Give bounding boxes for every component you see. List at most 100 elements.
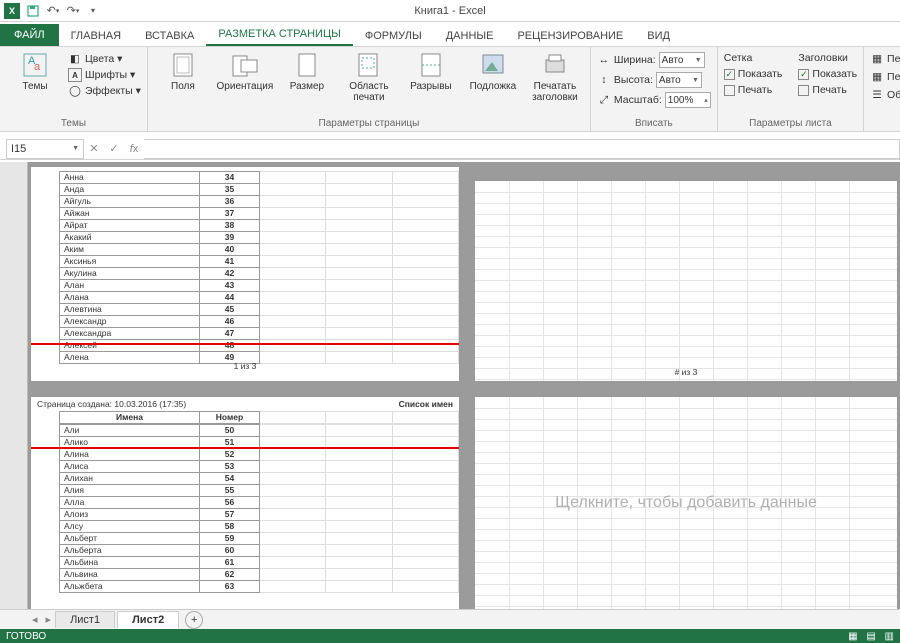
table-row[interactable]: Анда35 (60, 184, 459, 196)
table-row[interactable]: Александра47 (60, 328, 459, 340)
page-footer: 1 из 3 (31, 361, 459, 371)
add-sheet-button[interactable]: + (185, 611, 203, 629)
send-backward-button[interactable]: ▦Переместить назад ▾ (870, 69, 900, 85)
sheet-nav-next-icon[interactable]: ▸ (42, 613, 56, 626)
page-footer: # из 3 (475, 367, 897, 377)
enter-formula-icon[interactable]: ✓ (104, 142, 124, 155)
table-row[interactable]: Алико51 (60, 436, 459, 448)
height-row: ↕Высота: Авто▼ (597, 71, 702, 89)
table-row[interactable]: Альбина61 (60, 556, 459, 568)
sheet-tab-active[interactable]: Лист2 (117, 611, 179, 629)
undo-icon[interactable]: ↶▾ (46, 4, 60, 18)
tab-formulas[interactable]: ФОРМУЛЫ (353, 26, 434, 46)
tab-review[interactable]: РЕЦЕНЗИРОВАНИЕ (505, 26, 635, 46)
themes-label: Темы (22, 81, 47, 92)
orientation-button[interactable]: Ориентация (216, 51, 274, 92)
theme-effects[interactable]: ◯Эффекты ▾ (68, 83, 141, 99)
table-row[interactable]: Алла56 (60, 496, 459, 508)
fx-icon[interactable]: fx (124, 143, 144, 155)
sheet-nav-prev-icon[interactable]: ◂ (28, 613, 42, 626)
table-row[interactable]: Алана44 (60, 292, 459, 304)
table-row[interactable]: Алия55 (60, 484, 459, 496)
excel-icon: X (4, 3, 20, 19)
print-titles-button[interactable]: Печатать заголовки (526, 51, 584, 103)
scale-group-label: Вписать (597, 116, 711, 131)
tab-insert[interactable]: ВСТАВКА (133, 26, 206, 46)
breaks-button[interactable]: Разрывы (402, 51, 460, 92)
redo-icon[interactable]: ↷▾ (66, 4, 80, 18)
page-placeholder[interactable]: Щелкните, чтобы добавить данные (474, 396, 898, 612)
checkbox-off-icon (724, 85, 735, 96)
normal-view-icon[interactable]: ▦ (848, 631, 857, 642)
table-row[interactable]: Али50 (60, 424, 459, 436)
tab-data[interactable]: ДАННЫЕ (434, 26, 506, 46)
tab-home[interactable]: ГЛАВНАЯ (59, 26, 133, 46)
table-row[interactable]: Алсу58 (60, 520, 459, 532)
add-data-placeholder[interactable]: Щелкните, чтобы добавить данные (475, 494, 897, 512)
table-row[interactable]: Алина52 (60, 448, 459, 460)
headings-print-check[interactable]: Печать (798, 83, 857, 97)
selection-pane-button[interactable]: ☰Область выделения (870, 87, 900, 103)
table-row[interactable]: Алихан54 (60, 472, 459, 484)
page-1[interactable]: A B C D E Анна34Анда35Айгуль36Айжан37Айр… (30, 166, 460, 382)
table-row[interactable]: Айгуль36 (60, 196, 459, 208)
table-row[interactable]: Анна34 (60, 172, 459, 184)
page-break-view-icon[interactable]: ▥ (885, 631, 894, 642)
cancel-formula-icon[interactable]: ✕ (84, 142, 104, 155)
themes-button[interactable]: Aa Темы (6, 51, 64, 92)
theme-colors[interactable]: ◧Цвета ▾ (68, 51, 141, 67)
themes-icon: Aa (20, 51, 50, 79)
table-row[interactable]: Айжан37 (60, 208, 459, 220)
tab-page-layout[interactable]: РАЗМЕТКА СТРАНИЦЫ (206, 24, 352, 46)
scale-combo[interactable]: 100%▴ (665, 92, 711, 108)
table-row[interactable]: Алан43 (60, 280, 459, 292)
group-scale: ↔Ширина: Авто▼ ↕Высота: Авто▼ ⤢Масштаб: … (591, 47, 718, 131)
table-row[interactable]: Альжбета63 (60, 580, 459, 592)
save-icon[interactable] (26, 4, 40, 18)
table-row[interactable]: Александр46 (60, 316, 459, 328)
page-2[interactable]: Страница создана: 10.03.2016 (17:35) Спи… (30, 396, 460, 612)
table-row[interactable]: Альвина62 (60, 568, 459, 580)
margins-button[interactable]: Поля (154, 51, 212, 92)
page-layout-view-icon[interactable]: ▤ (866, 631, 875, 642)
table-row[interactable]: Алевтина45 (60, 304, 459, 316)
qat-customize-icon[interactable]: ▾ (86, 4, 100, 18)
formula-input[interactable] (144, 139, 900, 159)
quick-access-toolbar: X ↶▾ ↷▾ ▾ (0, 3, 100, 19)
theme-fonts[interactable]: AШрифты ▾ (68, 67, 141, 83)
table-row[interactable]: Алиса53 (60, 460, 459, 472)
name-box[interactable]: I15▼ (6, 139, 84, 159)
print-area-button[interactable]: Область печати (340, 51, 398, 103)
table-row[interactable]: Алоиз57 (60, 508, 459, 520)
background-icon (478, 51, 508, 79)
status-ready: ГОТОВО (6, 631, 46, 642)
sheet-tab[interactable]: Лист1 (55, 611, 115, 628)
width-combo[interactable]: Авто▼ (659, 52, 705, 68)
gridlines-view-check[interactable]: Показать (724, 67, 783, 81)
table-row[interactable]: Акулина42 (60, 268, 459, 280)
tab-file[interactable]: ФАЙЛ (0, 24, 59, 46)
window-title: Книга1 - Excel (0, 5, 900, 17)
gridlines-print-check[interactable]: Печать (724, 83, 783, 97)
table-row[interactable]: Акакий39 (60, 232, 459, 244)
fonts-icon: A (68, 68, 82, 82)
checkbox-on-icon (724, 69, 735, 80)
table-row[interactable]: Аким40 (60, 244, 459, 256)
view-switcher: ▦ ▤ ▥ (842, 631, 894, 642)
table-row[interactable]: Альберта60 (60, 544, 459, 556)
table-row[interactable]: Альберт59 (60, 532, 459, 544)
height-icon: ↕ (597, 73, 611, 87)
table-row[interactable]: Алексей48 (60, 340, 459, 352)
page-blank-top[interactable]: F G H I J K L M N # из 3 (474, 180, 898, 382)
scale-icon: ⤢ (597, 93, 611, 107)
background-button[interactable]: Подложка (464, 51, 522, 92)
tab-view[interactable]: ВИД (635, 26, 682, 46)
table-row[interactable]: Аксинья41 (60, 256, 459, 268)
size-button[interactable]: Размер (278, 51, 336, 92)
group-themes: Aa Темы ◧Цвета ▾ AШрифты ▾ ◯Эффекты ▾ Те… (0, 47, 148, 131)
bring-forward-button[interactable]: ▦Переместить вперед ▾ (870, 51, 900, 67)
headings-view-check[interactable]: Показать (798, 67, 857, 81)
group-arrange: ▦Переместить вперед ▾ ▦Переместить назад… (864, 47, 900, 131)
height-combo[interactable]: Авто▼ (656, 72, 702, 88)
table-row[interactable]: Айрат38 (60, 220, 459, 232)
